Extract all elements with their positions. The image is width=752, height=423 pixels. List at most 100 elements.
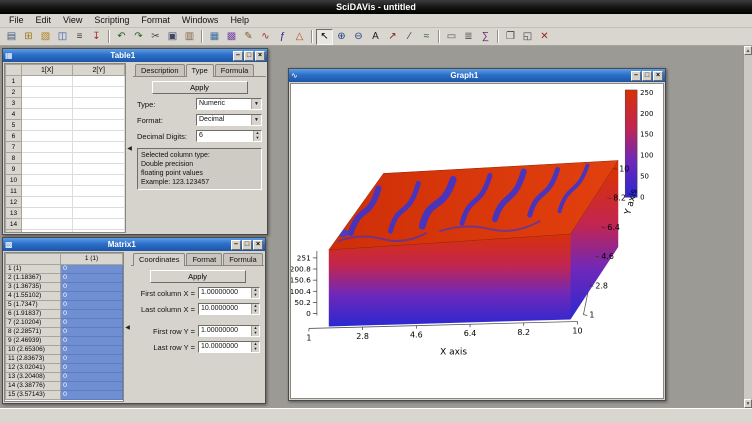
table1-tab-description[interactable]: Description xyxy=(135,64,185,76)
matrix-row-header[interactable]: 1 (1) xyxy=(6,265,61,274)
new-legend-icon[interactable]: ▭ xyxy=(443,29,460,45)
scroll-up-icon[interactable]: ▲ xyxy=(744,46,752,55)
menu-item-windows[interactable]: Windows xyxy=(176,14,225,27)
menu-item-scripting[interactable]: Scripting xyxy=(88,14,135,27)
graph1-titlebar[interactable]: ∿ Graph1 – □ × xyxy=(289,69,665,82)
undo-icon[interactable]: ↶ xyxy=(113,29,130,45)
menu-item-format[interactable]: Format xyxy=(135,14,176,27)
menu-item-file[interactable]: File xyxy=(3,14,30,27)
table-cell[interactable] xyxy=(73,98,125,109)
matrix-field-spinbox[interactable]: 10.0000000▲▼ xyxy=(198,341,260,353)
format-combo[interactable]: Decimal ▼ xyxy=(196,114,262,126)
fit-wizard-icon[interactable]: ∑ xyxy=(477,29,494,45)
matrix-row-header[interactable]: 2 (1.18367) xyxy=(6,274,61,283)
open-project-icon[interactable]: ▧ xyxy=(37,29,54,45)
draw-line-icon[interactable]: ∕ xyxy=(401,29,418,45)
table-cell[interactable] xyxy=(21,230,73,234)
table-cell[interactable] xyxy=(73,120,125,131)
table-cell[interactable] xyxy=(21,219,73,230)
new-matrix-icon[interactable]: ▩ xyxy=(223,29,240,45)
matrix-field-spinbox[interactable]: 1.00000000▲▼ xyxy=(198,287,260,299)
scroll-down-icon[interactable]: ▼ xyxy=(744,399,752,408)
graph1-restore-button[interactable]: □ xyxy=(642,71,652,81)
matrix-row-header[interactable]: 15 (3.57143) xyxy=(6,391,61,400)
matrix1-minimize-button[interactable]: – xyxy=(231,240,241,250)
spin-buttons[interactable]: ▲▼ xyxy=(251,304,259,314)
table-row-header[interactable]: 1 xyxy=(6,76,22,87)
redo-icon[interactable]: ↷ xyxy=(130,29,147,45)
table-cell[interactable] xyxy=(73,153,125,164)
matrix-cell[interactable]: 0 xyxy=(61,364,123,373)
table-cell[interactable] xyxy=(21,208,73,219)
matrix-cell[interactable]: 0 xyxy=(61,319,123,328)
add-curve-icon[interactable]: ≈ xyxy=(418,29,435,45)
matrix-cell[interactable]: 0 xyxy=(61,292,123,301)
table-cell[interactable] xyxy=(73,230,125,234)
matrix-cell[interactable]: 0 xyxy=(61,337,123,346)
matrix-row-header[interactable]: 12 (3.02041) xyxy=(6,364,61,373)
draw-arrow-icon[interactable]: ↗ xyxy=(384,29,401,45)
matrix-cell[interactable]: 0 xyxy=(61,391,123,400)
matrix-cell[interactable]: 0 xyxy=(61,301,123,310)
matrix-cell[interactable]: 0 xyxy=(61,274,123,283)
table-cell[interactable] xyxy=(21,164,73,175)
table-cell[interactable] xyxy=(21,197,73,208)
table-cell[interactable] xyxy=(73,109,125,120)
matrix1-close-button[interactable]: × xyxy=(253,240,263,250)
table-cell[interactable] xyxy=(21,98,73,109)
matrix-cell[interactable]: 0 xyxy=(61,328,123,337)
matrix-row-header[interactable]: 5 (1.7347) xyxy=(6,301,61,310)
spin-buttons[interactable]: ▲▼ xyxy=(253,131,261,141)
zoom-out-icon[interactable]: ⊖ xyxy=(350,29,367,45)
close-window-icon[interactable]: ✕ xyxy=(536,29,553,45)
matrix-row-header[interactable]: 3 (1.36735) xyxy=(6,283,61,292)
zoom-in-icon[interactable]: ⊕ xyxy=(333,29,350,45)
table-cell[interactable] xyxy=(73,87,125,98)
add-error-bars-icon[interactable]: ≣ xyxy=(460,29,477,45)
table-row-header[interactable]: 4 xyxy=(6,109,22,120)
matrix-row-header[interactable]: 10 (2.65306) xyxy=(6,346,61,355)
cut-icon[interactable]: ✂ xyxy=(147,29,164,45)
matrix-cell[interactable]: 0 xyxy=(61,382,123,391)
plot-canvas[interactable]: 12.84.66.48.21012.84.66.48.210050.2100.4… xyxy=(290,83,664,399)
matrix1-splitter[interactable]: ◀ xyxy=(124,252,131,402)
table-row-header[interactable]: 2 xyxy=(6,87,22,98)
table1-apply-button[interactable]: Apply xyxy=(152,81,248,94)
new-table-icon[interactable]: ▦ xyxy=(206,29,223,45)
table-row-header[interactable]: 14 xyxy=(6,219,22,230)
table-cell[interactable] xyxy=(73,219,125,230)
table-row-header[interactable]: 13 xyxy=(6,208,22,219)
menu-item-edit[interactable]: Edit xyxy=(30,14,58,27)
print-icon[interactable]: ≡ xyxy=(71,29,88,45)
menu-item-help[interactable]: Help xyxy=(224,14,255,27)
matrix-row-header[interactable]: 4 (1.55102) xyxy=(6,292,61,301)
table-cell[interactable] xyxy=(73,197,125,208)
table1-minimize-button[interactable]: – xyxy=(233,51,243,61)
table-cell[interactable] xyxy=(21,87,73,98)
new-folder-icon[interactable]: ⊞ xyxy=(20,29,37,45)
matrix-row-header[interactable]: 7 (2.10204) xyxy=(6,319,61,328)
table1-grid[interactable]: 1[X]2[Y]12345678910111213141516 xyxy=(4,63,126,233)
table1-tab-formula[interactable]: Formula xyxy=(215,64,255,76)
matrix-field-spinbox[interactable]: 1.00000000▲▼ xyxy=(198,325,260,337)
table-column-header[interactable]: 1[X] xyxy=(21,65,73,76)
workspace-vertical-scrollbar[interactable]: ▲ ▼ xyxy=(743,46,752,408)
matrix-cell[interactable]: 0 xyxy=(61,373,123,382)
type-combo[interactable]: Numeric ▼ xyxy=(196,98,262,110)
matrix1-apply-button[interactable]: Apply xyxy=(150,270,246,283)
table-row-header[interactable]: 6 xyxy=(6,131,22,142)
table-cell[interactable] xyxy=(21,153,73,164)
matrix-cell[interactable]: 0 xyxy=(61,355,123,364)
cascade-windows-icon[interactable]: ◱ xyxy=(519,29,536,45)
table-cell[interactable] xyxy=(73,208,125,219)
matrix1-tab-formula[interactable]: Formula xyxy=(223,253,263,265)
graph1-minimize-button[interactable]: – xyxy=(631,71,641,81)
matrix-row-header[interactable]: 8 (2.28571) xyxy=(6,328,61,337)
matrix-row-header[interactable]: 11 (2.83673) xyxy=(6,355,61,364)
table-cell[interactable] xyxy=(21,131,73,142)
matrix-cell[interactable]: 0 xyxy=(61,346,123,355)
matrix1-tab-format[interactable]: Format xyxy=(186,253,222,265)
table-cell[interactable] xyxy=(73,186,125,197)
table1-restore-button[interactable]: □ xyxy=(244,51,254,61)
table-row-header[interactable]: 7 xyxy=(6,142,22,153)
